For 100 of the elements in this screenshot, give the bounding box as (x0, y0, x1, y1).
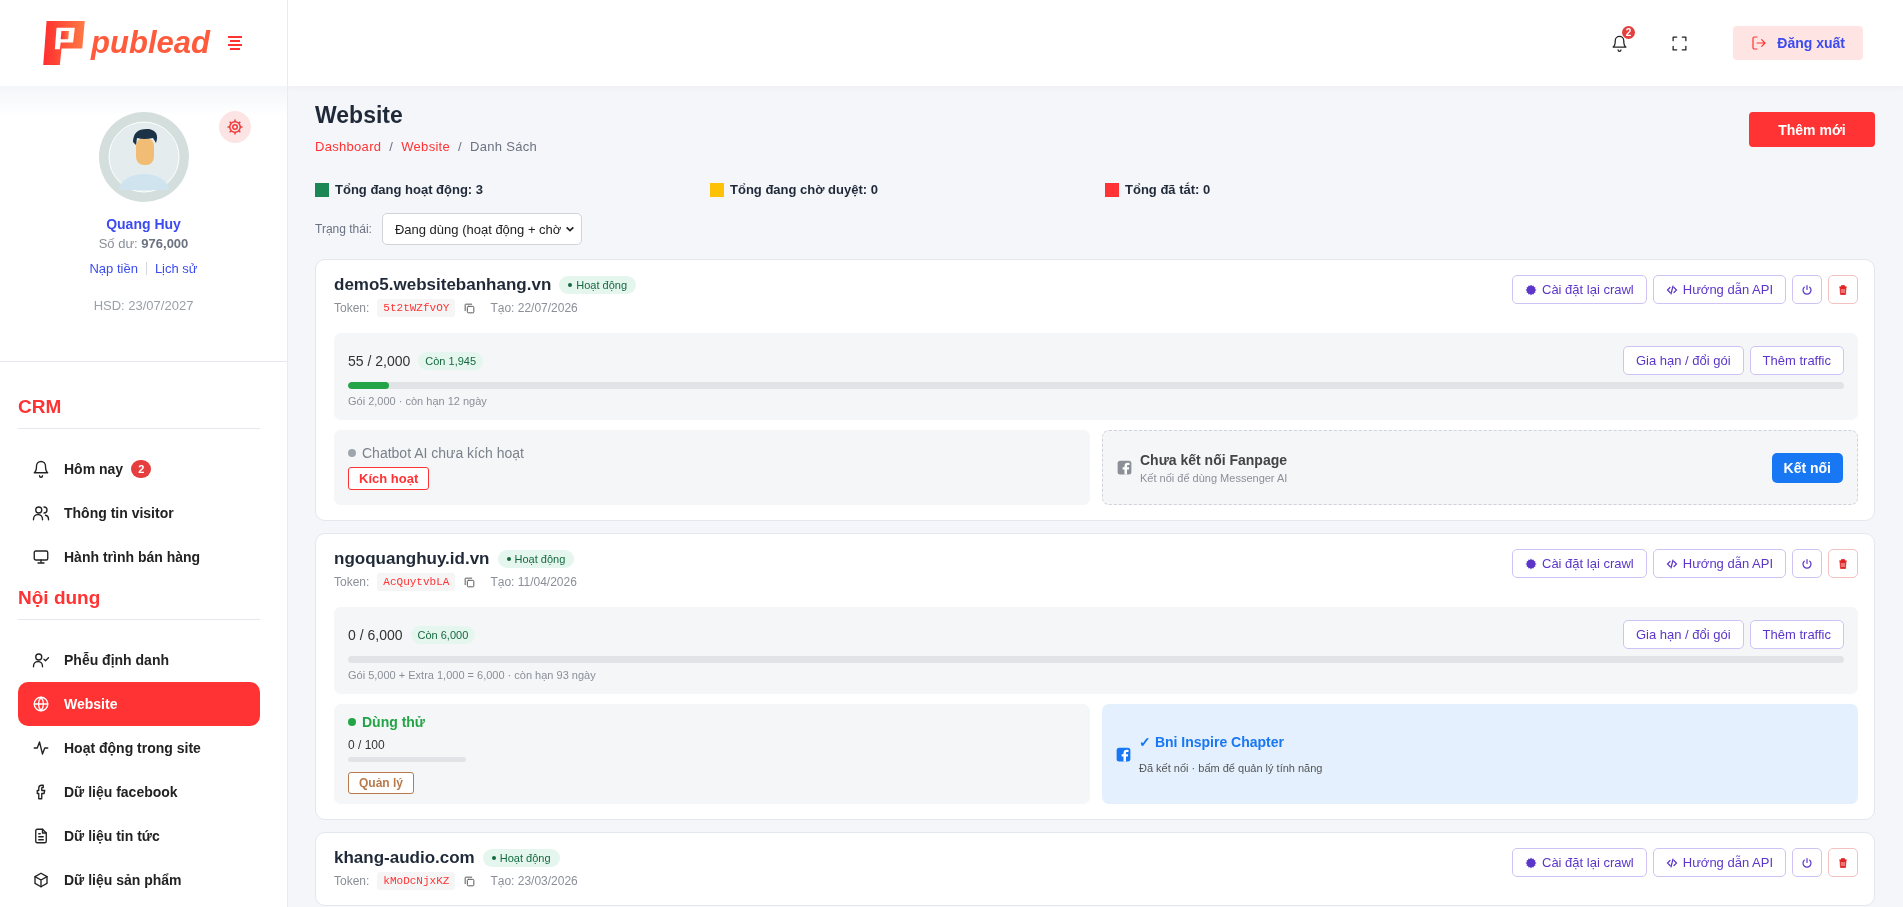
plan-note: Gói 2,000 · còn hạn 12 ngày (348, 395, 488, 407)
delete-button[interactable] (1828, 848, 1858, 877)
fanpage-subtitle: Đã kết nối · bấm để quản lý tính năng (1139, 762, 1324, 774)
pulse-icon (32, 739, 50, 757)
nav-label: Website (64, 696, 118, 712)
delete-button[interactable] (1828, 549, 1858, 578)
recrawl-button[interactable]: Cài đặt lại crawl (1512, 275, 1647, 304)
api-guide-button[interactable]: Hướng dẫn API (1652, 275, 1786, 304)
box-icon (32, 871, 50, 889)
renew-button[interactable]: Gia hạn / đổi gói (1622, 346, 1744, 375)
copy-icon (463, 575, 477, 589)
power-button[interactable] (1792, 549, 1822, 578)
bell-icon (32, 460, 50, 478)
facebook-icon (1117, 460, 1132, 475)
token-label: Token: (334, 575, 370, 589)
nav-label: Hôm nay (64, 461, 124, 477)
activate-button[interactable]: Kích hoạt (348, 467, 430, 490)
recrawl-button[interactable]: Cài đặt lại crawl (1512, 848, 1647, 877)
nav-item[interactable]: Hôm nay 2 (18, 447, 260, 491)
token-label: Token: (334, 301, 370, 315)
power-button[interactable] (1792, 848, 1822, 877)
chatbot-status: Chatbot AI chưa kích hoạt (362, 445, 524, 461)
nav-item[interactable]: Website (18, 682, 260, 726)
site-domain: demo5.websitebanhang.vn (334, 275, 552, 295)
notification-button[interactable]: 2 (1599, 28, 1640, 58)
fanpage-panel[interactable]: ✓ Bni Inspire Chapter Đã kết nối · bấm để quản lý tính năng (1102, 704, 1858, 804)
profile-link[interactable]: Lịch sử (154, 261, 198, 276)
status-badge: Hoạt động (559, 276, 637, 294)
power-button[interactable] (1792, 275, 1822, 304)
count-badge: 2 (131, 460, 152, 478)
status-select[interactable]: Đang dùng (hoạt động + chờ (381, 213, 583, 245)
chevron-icon (565, 224, 576, 234)
add-new-button[interactable]: Thêm mới (1749, 112, 1875, 147)
usage-count: 0 / 6,000 (348, 626, 403, 643)
connect-button[interactable]: Kết nối (1771, 452, 1843, 483)
manage-button[interactable]: Quản lý (348, 772, 414, 794)
monitor-icon (32, 548, 50, 566)
token-label: Token: (334, 874, 370, 888)
remaining-badge: Còn 1,945 (418, 351, 484, 370)
nav-item[interactable]: Dữ liệu tin tức (18, 814, 260, 858)
nav-item[interactable]: Dữ liệu sản phẩm (18, 858, 260, 902)
settings-button[interactable] (219, 111, 251, 143)
user-name: Quang Huy (106, 216, 181, 232)
fanpage-subtitle: Kết nối để dùng Messenger AI (1140, 471, 1289, 484)
trash-icon (1837, 283, 1849, 296)
breadcrumb-separator: / (458, 139, 462, 154)
nav-label: Hành trình bán hàng (64, 549, 201, 565)
nav-label: Phễu định danh (64, 652, 169, 668)
facebook-icon (1116, 746, 1131, 762)
nav-item[interactable]: Dữ liệu facebook (18, 770, 260, 814)
globe-icon (32, 695, 50, 713)
api-guide-button[interactable]: Hướng dẫn API (1652, 848, 1786, 877)
status-badge: Hoạt động (497, 550, 575, 568)
logout-button[interactable]: Đăng xuất (1733, 26, 1863, 60)
trial-count: 0 / 100 (348, 738, 385, 752)
fullscreen-icon (1670, 34, 1688, 52)
status-dot (348, 718, 356, 726)
gear-icon (1525, 557, 1537, 570)
delete-button[interactable] (1828, 275, 1858, 304)
nav-label: Dữ liệu tin tức (64, 828, 160, 844)
status-dot (348, 449, 356, 457)
created-date: Tạo: 11/04/2026 (490, 575, 577, 589)
recrawl-button[interactable]: Cài đặt lại crawl (1512, 549, 1647, 578)
nav-item[interactable]: Hành trình bán hàng (18, 535, 260, 579)
usage-count: 55 / 2,000 (348, 352, 411, 369)
users-icon (32, 504, 50, 522)
add-traffic-button[interactable]: Thêm traffic (1749, 620, 1844, 649)
breadcrumb-current: Danh Sách (470, 139, 537, 154)
nav-item[interactable]: Thông tin visitor (18, 491, 260, 535)
plan-note: Gói 5,000 + Extra 1,000 = 6,000 · còn hạn 93 ngày (348, 669, 597, 681)
add-traffic-button[interactable]: Thêm traffic (1749, 346, 1844, 375)
user-check-icon (32, 651, 50, 669)
logo-wordmark: publead (91, 25, 210, 61)
status-badge: Hoạt động (482, 849, 560, 867)
stat-label: Tổng đã tắt: 0 (1125, 182, 1211, 197)
nav-label: Thông tin visitor (64, 505, 174, 521)
notification-badge: 2 (1621, 26, 1636, 39)
token-code: kMoDcNjxKZ (377, 872, 456, 890)
nav-label: Dữ liệu facebook (64, 784, 178, 800)
balance-text: Số dư: 976,000 (98, 236, 189, 251)
api-guide-button[interactable]: Hướng dẫn API (1652, 549, 1786, 578)
stat-label: Tổng đang hoạt động: 3 (335, 182, 484, 197)
nav-item[interactable]: Phễu định danh (18, 638, 260, 682)
chatbot-status: Dùng thử (362, 714, 425, 730)
menu-icon (225, 34, 244, 52)
copy-icon (463, 301, 477, 315)
breadcrumb-separator: / (389, 139, 394, 154)
site-domain: ngoquanghuy.id.vn (334, 549, 490, 569)
token-code: AcQuytvbLA (377, 573, 456, 591)
profile-link[interactable]: Nạp tiền (89, 261, 138, 276)
nav-item[interactable]: Hoạt động trong site (18, 726, 260, 770)
site-domain: khang-audio.com (334, 848, 475, 868)
created-date: Tạo: 22/07/2026 (490, 301, 578, 315)
renew-button[interactable]: Gia hạn / đổi gói (1622, 620, 1744, 649)
logout-icon (1751, 35, 1768, 51)
gear-icon (1525, 283, 1537, 296)
settings-icon (226, 118, 244, 136)
created-date: Tạo: 23/03/2026 (490, 874, 578, 888)
code-icon (1665, 856, 1678, 869)
power-icon (1801, 283, 1813, 296)
